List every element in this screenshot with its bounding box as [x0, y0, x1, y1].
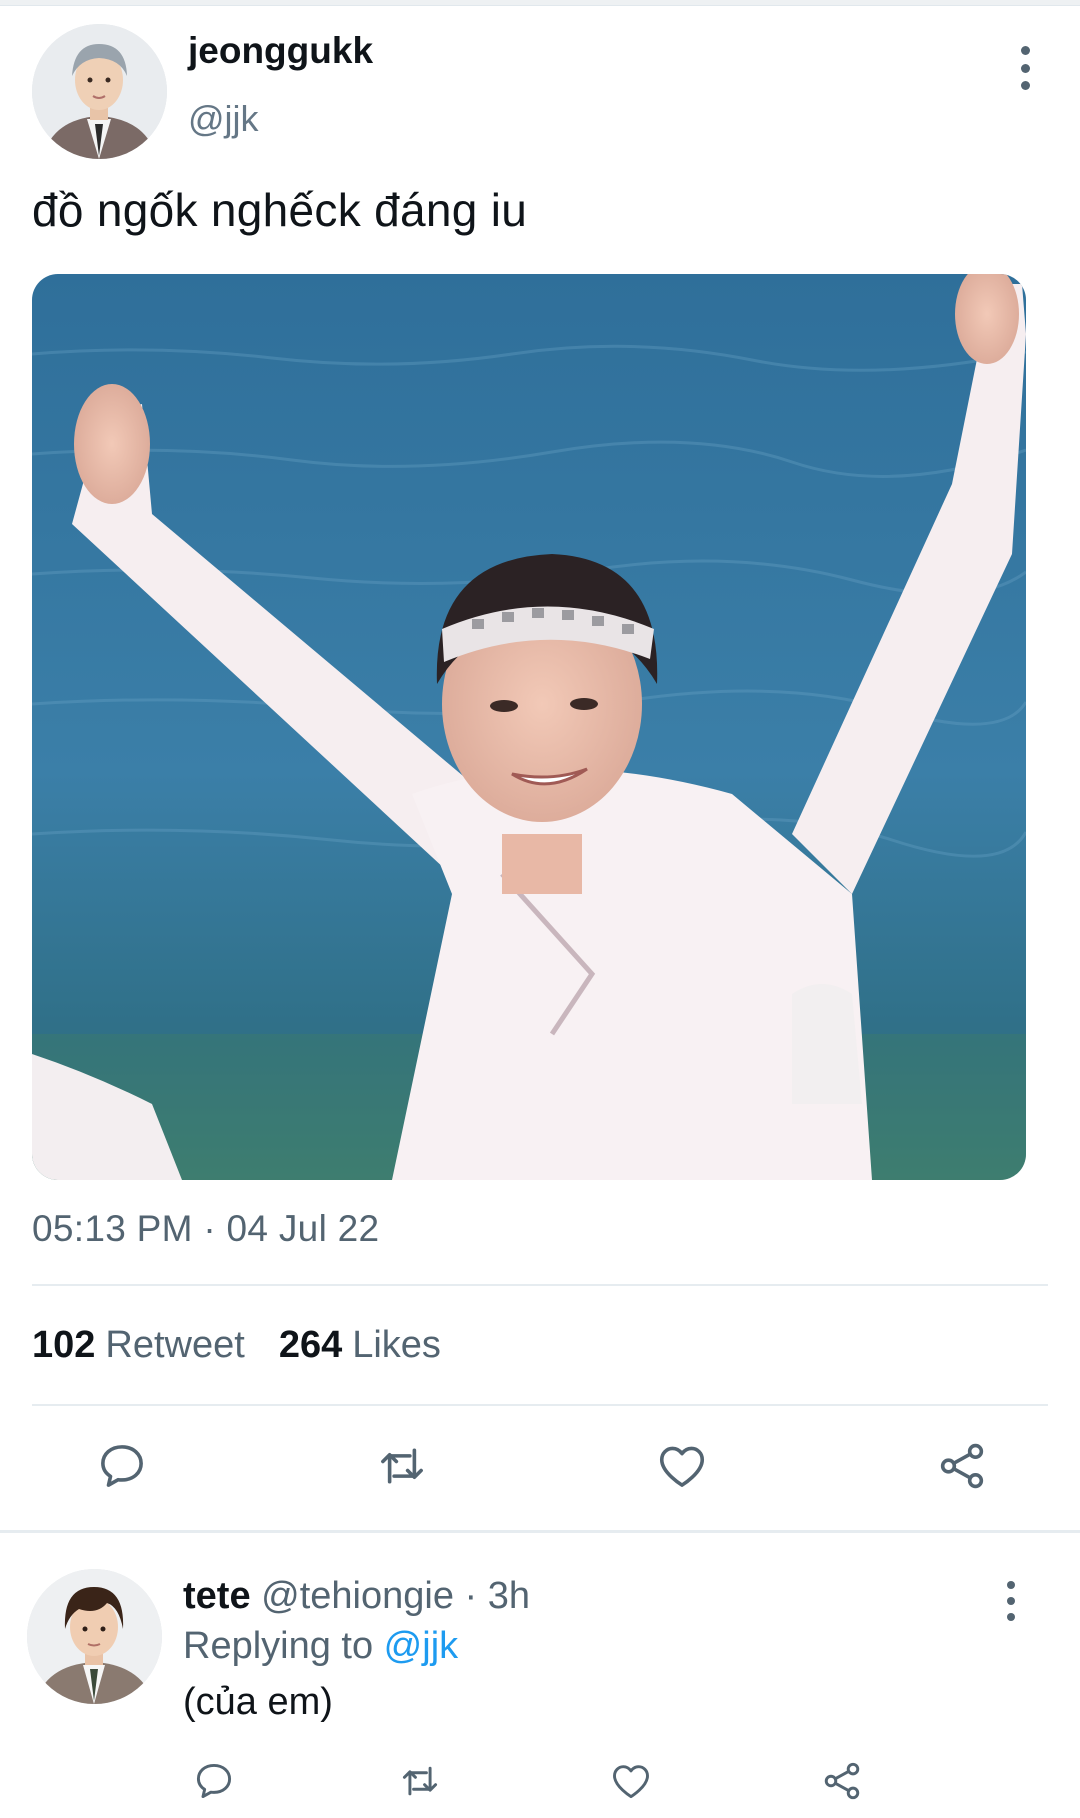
reply-share-button[interactable] — [816, 1755, 868, 1807]
reply-icon — [196, 1763, 232, 1799]
share-button[interactable] — [930, 1434, 994, 1498]
reply-action-bar — [0, 1755, 1080, 1815]
retweet-button[interactable] — [370, 1434, 434, 1498]
reply-button[interactable] — [90, 1434, 154, 1498]
share-icon — [824, 1762, 860, 1800]
reply-text: (của em) — [183, 1681, 333, 1723]
more-options-icon[interactable] — [1010, 46, 1040, 90]
retweet-label: Retweet — [105, 1324, 245, 1366]
reply-like-button[interactable] — [605, 1755, 657, 1807]
tweet-stats: 102 Retweet 264 Likes — [32, 1324, 441, 1367]
tweet-media-photo[interactable] — [32, 274, 1026, 1180]
reply-more-options-icon[interactable] — [998, 1581, 1024, 1621]
likes-count-link[interactable]: 264 Likes — [279, 1324, 441, 1367]
reply-reply-button[interactable] — [188, 1755, 240, 1807]
replying-to-mention[interactable]: @jjk — [384, 1625, 458, 1667]
reply-display-name[interactable]: tete — [183, 1575, 251, 1617]
like-button[interactable] — [650, 1434, 714, 1498]
tweet-text: đồ ngốk nghếck đáng iu — [32, 184, 528, 236]
author-avatar[interactable] — [32, 24, 167, 159]
reply-author-avatar[interactable] — [27, 1569, 162, 1704]
retweet-count-link[interactable]: 102 Retweet — [32, 1324, 245, 1367]
reply-header: tete @tehiongie · 3h — [183, 1575, 530, 1618]
retweet-count: 102 — [32, 1324, 96, 1366]
tweet-timestamp: 05:13 PM · 04 Jul 22 — [32, 1208, 380, 1249]
reply-handle[interactable]: @tehiongie — [261, 1575, 454, 1617]
tweet-action-bar — [0, 1434, 1080, 1514]
like-icon — [613, 1765, 649, 1799]
likes-count: 264 — [278, 1324, 343, 1366]
replying-to-line: Replying to @jjk — [183, 1625, 458, 1668]
main-tweet: jeonggukk @jjk đồ ngốk nghếck đáng iu 05… — [0, 0, 1080, 1530]
share-icon — [940, 1443, 984, 1489]
stats-top-divider — [32, 1284, 1048, 1286]
author-display-name[interactable]: jeonggukk — [188, 30, 373, 72]
reply-icon — [101, 1445, 143, 1487]
reply-retweet-button[interactable] — [394, 1755, 446, 1807]
stats-bottom-divider — [32, 1404, 1048, 1406]
likes-label: Likes — [352, 1324, 441, 1366]
retweet-icon — [402, 1766, 438, 1796]
retweet-icon — [381, 1448, 423, 1484]
reply-time: 3h — [487, 1575, 531, 1617]
reply-tweet[interactable]: tete @tehiongie · 3h Replying to @jjk (c… — [0, 1533, 1080, 1818]
like-icon — [659, 1446, 705, 1487]
reply-separator: · — [453, 1575, 488, 1617]
replying-to-prefix: Replying to — [183, 1625, 384, 1667]
author-handle[interactable]: @jjk — [188, 98, 259, 140]
